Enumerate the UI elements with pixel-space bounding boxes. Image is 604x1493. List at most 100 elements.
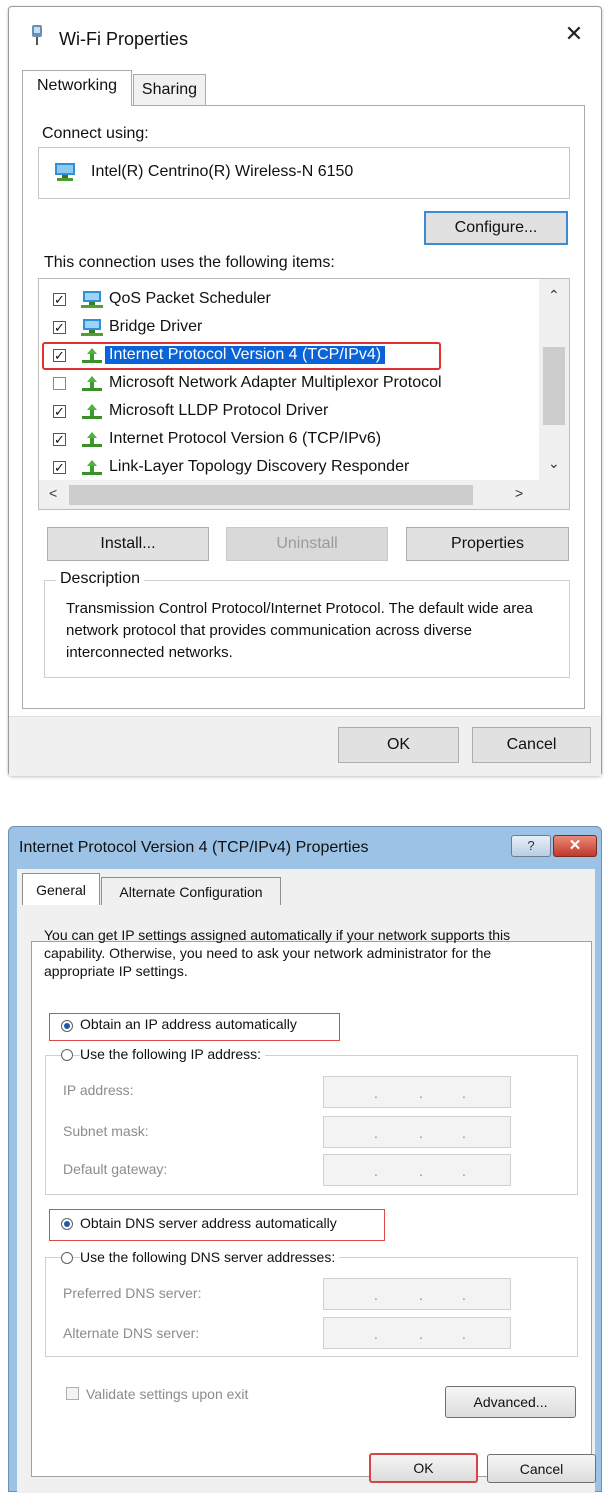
item-label: Microsoft Network Adapter Multiplexor Pr…	[109, 374, 442, 391]
protocol-icon	[82, 460, 102, 475]
list-item[interactable]: ✓ Microsoft LLDP Protocol Driver	[39, 399, 534, 427]
preferred-dns-input: ...	[323, 1278, 511, 1310]
list-item[interactable]: ✓ Link-Layer Topology Discovery Responder	[39, 455, 534, 483]
description-title: Description	[56, 570, 145, 588]
dialog-title: Internet Protocol Version 4 (TCP/IPv4) P…	[19, 839, 369, 856]
item-checkbox[interactable]: ✓	[53, 461, 66, 474]
button-label: Advanced...	[473, 1394, 548, 1410]
help-icon[interactable]: ?	[511, 835, 551, 857]
network-service-icon	[81, 291, 103, 308]
validate-label: Validate settings upon exit	[86, 1386, 249, 1402]
scroll-down-icon[interactable]: ⌄	[548, 455, 560, 472]
dns-auto-label: Obtain DNS server address automatically	[80, 1215, 337, 1231]
uninstall-button: Uninstall	[226, 527, 388, 561]
cancel-button[interactable]: Cancel	[472, 727, 591, 763]
list-item[interactable]: ✓ Bridge Driver	[39, 315, 534, 343]
network-adapter-icon	[55, 163, 75, 181]
list-item[interactable]: ✓ Internet Protocol Version 6 (TCP/IPv6)	[39, 427, 534, 455]
ip-dot: .	[462, 1125, 466, 1141]
ip-dot: .	[419, 1125, 423, 1141]
list-item[interactable]: ✓ QoS Packet Scheduler	[39, 287, 534, 315]
item-label: QoS Packet Scheduler	[109, 290, 271, 307]
ip-dot: .	[374, 1085, 378, 1101]
tab-sharing[interactable]: Sharing	[133, 74, 206, 106]
button-label: Cancel	[519, 1460, 564, 1477]
item-checkbox[interactable]: ✓	[53, 293, 66, 306]
subnet-mask-input: ...	[323, 1116, 511, 1148]
item-checkbox[interactable]: ✓	[53, 321, 66, 334]
tab-networking[interactable]: Networking	[22, 70, 132, 106]
horizontal-scrollbar[interactable]: < >	[39, 480, 569, 509]
protocol-icon	[82, 404, 102, 419]
button-label: Configure...	[454, 219, 538, 236]
item-checkbox[interactable]	[53, 377, 66, 390]
configure-button[interactable]: Configure...	[424, 211, 568, 245]
adapter-name: Intel(R) Centrino(R) Wireless-N 6150	[91, 163, 354, 180]
ip-dot: .	[462, 1326, 466, 1342]
highlight-box	[42, 342, 441, 370]
advanced-button[interactable]: Advanced...	[445, 1386, 576, 1418]
validate-checkbox	[66, 1387, 79, 1400]
scroll-right-icon[interactable]: >	[515, 485, 523, 501]
ip-dot: .	[374, 1163, 378, 1179]
protocol-icon	[82, 432, 102, 447]
button-label: Uninstall	[276, 535, 338, 552]
scroll-thumb[interactable]	[69, 485, 473, 505]
ip-dot: .	[374, 1287, 378, 1303]
default-gateway-label: Default gateway:	[63, 1161, 168, 1177]
ip-manual-radio[interactable]	[61, 1049, 73, 1061]
items-list[interactable]: ✓ QoS Packet Scheduler ✓ Bridge Driver ✓ Inte…	[38, 278, 570, 510]
preferred-dns-label: Preferred DNS server:	[63, 1285, 202, 1301]
ip-manual-label: Use the following IP address:	[80, 1046, 266, 1062]
tab-label: Networking	[36, 77, 118, 94]
scroll-left-icon[interactable]: <	[49, 485, 57, 501]
ip-auto-radio[interactable]	[61, 1020, 73, 1032]
tab-alternate-configuration[interactable]: Alternate Configuration	[101, 877, 281, 905]
dns-manual-radio[interactable]	[61, 1252, 73, 1264]
item-label: Bridge Driver	[109, 318, 203, 335]
item-label: Link-Layer Topology Discovery Responder	[109, 458, 410, 475]
ip-dot: .	[374, 1125, 378, 1141]
description-text: Transmission Control Protocol/Internet P…	[66, 600, 533, 661]
tab-label: General	[36, 881, 86, 898]
item-checkbox[interactable]: ✓	[53, 433, 66, 446]
dialog-title: Wi-Fi Properties	[59, 29, 189, 49]
button-label: Properties	[451, 535, 524, 552]
cancel-button[interactable]: Cancel	[487, 1454, 596, 1483]
ip-dot: .	[419, 1085, 423, 1101]
button-label: OK	[386, 736, 411, 753]
network-service-icon	[81, 319, 103, 336]
ok-button[interactable]: OK	[338, 727, 459, 763]
button-label: Cancel	[506, 736, 557, 753]
list-item[interactable]: Microsoft Network Adapter Multiplexor Pr…	[39, 371, 534, 399]
ip-address-label: IP address:	[63, 1082, 134, 1098]
item-label: Internet Protocol Version 6 (TCP/IPv6)	[109, 430, 382, 447]
subnet-mask-label: Subnet mask:	[63, 1123, 149, 1139]
title-bar: Wi-Fi Properties ✕	[9, 7, 601, 63]
button-label: OK	[413, 1460, 434, 1476]
intro-text: You can get IP settings assigned automat…	[44, 927, 511, 979]
ip-auto-label: Obtain an IP address automatically	[80, 1016, 297, 1032]
ip-dot: .	[419, 1163, 423, 1179]
properties-button[interactable]: Properties	[406, 527, 569, 561]
close-icon[interactable]: ✕	[561, 21, 587, 47]
ok-button[interactable]: OK	[369, 1453, 478, 1483]
close-icon[interactable]: ✕	[553, 835, 597, 857]
item-label: Microsoft LLDP Protocol Driver	[109, 402, 329, 419]
adapter-field: Intel(R) Centrino(R) Wireless-N 6150	[38, 147, 570, 199]
dns-auto-radio[interactable]	[61, 1218, 73, 1230]
tab-general[interactable]: General	[22, 873, 100, 905]
ip-dot: .	[419, 1326, 423, 1342]
scroll-up-icon[interactable]: ⌃	[548, 287, 560, 304]
protocol-icon	[82, 376, 102, 391]
ip-dot: .	[462, 1085, 466, 1101]
dns-manual-label: Use the following DNS server addresses:	[80, 1249, 340, 1265]
item-checkbox[interactable]: ✓	[53, 405, 66, 418]
vertical-scrollbar[interactable]: ⌃ ⌄	[539, 279, 569, 481]
ip-dot: .	[374, 1326, 378, 1342]
install-button[interactable]: Install...	[47, 527, 209, 561]
scroll-thumb[interactable]	[543, 347, 565, 425]
alternate-dns-label: Alternate DNS server:	[63, 1325, 200, 1341]
connect-using-label: Connect using:	[42, 125, 149, 142]
items-label: This connection uses the following items…	[44, 254, 335, 271]
